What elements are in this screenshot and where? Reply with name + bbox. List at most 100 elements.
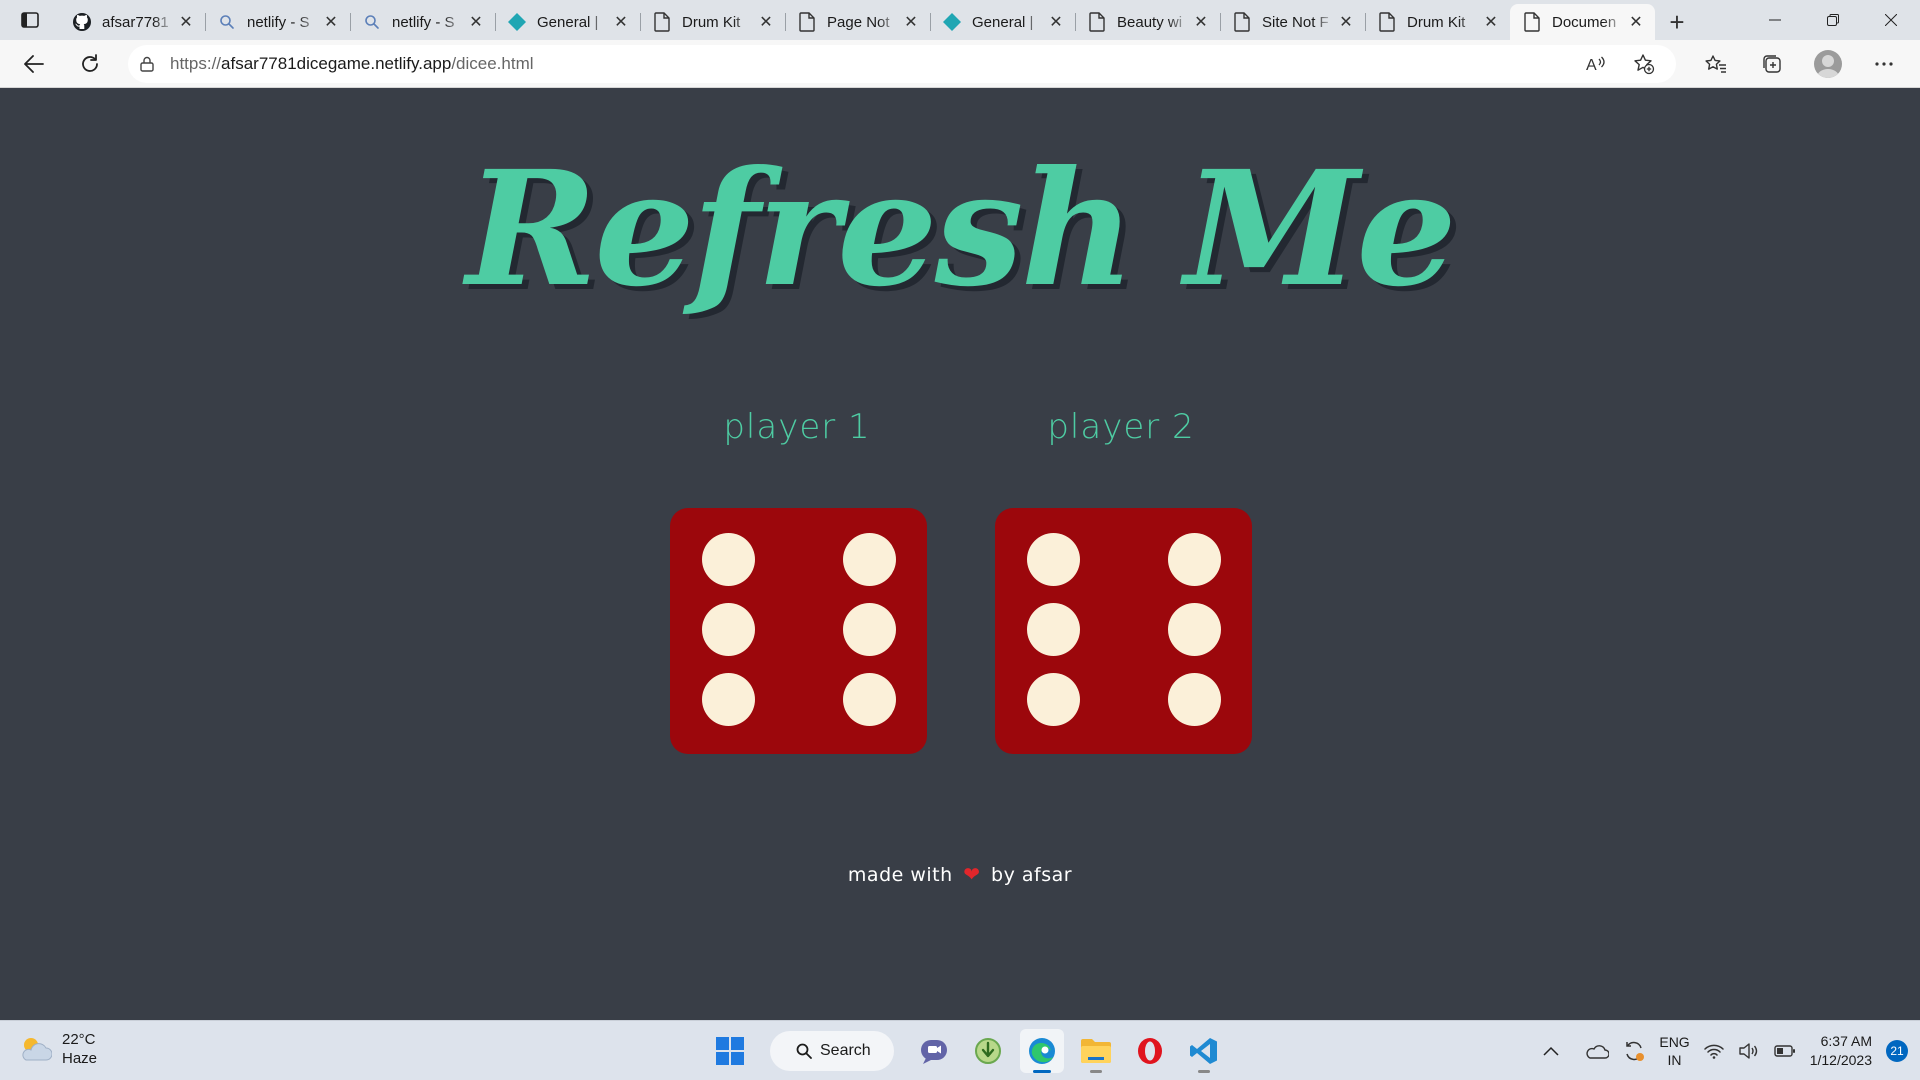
restore-icon: [1827, 14, 1839, 26]
taskbar-vscode[interactable]: [1182, 1029, 1226, 1073]
start-button[interactable]: [708, 1029, 752, 1073]
taskbar-apps: Search: [708, 1029, 1226, 1073]
taskbar-file-explorer[interactable]: [1074, 1029, 1118, 1073]
browser-tab[interactable]: Drum Kit ✕: [640, 4, 785, 40]
refresh-icon: [82, 53, 98, 72]
minimize-button[interactable]: [1746, 0, 1804, 40]
tab-close-icon[interactable]: ✕: [1480, 11, 1502, 33]
footer-credit: made with ❤ by afsar: [0, 862, 1920, 886]
chat-icon: [921, 1040, 947, 1064]
download-manager-icon: [975, 1038, 1001, 1064]
read-aloud-icon: A: [1586, 56, 1605, 73]
language-line2: IN: [1667, 1052, 1682, 1068]
favorites-button[interactable]: [1696, 44, 1736, 84]
tab-title: Site Not F: [1262, 13, 1329, 31]
browser-tab[interactable]: Drum Kit ✕: [1365, 4, 1510, 40]
tab-close-icon[interactable]: ✕: [755, 11, 777, 33]
clock[interactable]: 6:37 AM 1/12/2023: [1810, 1032, 1872, 1070]
collections-icon: [1763, 54, 1781, 73]
browser-tab[interactable]: afsar7781 ✕: [60, 4, 205, 40]
tab-close-icon[interactable]: ✕: [610, 11, 632, 33]
close-window-button[interactable]: [1862, 0, 1920, 40]
page-icon: [797, 12, 817, 32]
add-favorite-button[interactable]: [1624, 44, 1664, 84]
search-icon: [362, 12, 382, 32]
weather-condition: Haze: [62, 1050, 98, 1067]
player2-die: [995, 508, 1252, 754]
windows-taskbar: 22°C Haze Search ENG IN 6:37 AM 1/12/202…: [0, 1020, 1920, 1080]
tab-close-icon[interactable]: ✕: [465, 11, 487, 33]
favorites-icon: [1705, 54, 1726, 73]
back-button[interactable]: [14, 44, 54, 84]
show-hidden-icons-button[interactable]: [1531, 1031, 1571, 1071]
search-label: Search: [820, 1042, 871, 1059]
page-title: Refresh Me: [466, 137, 1457, 322]
browser-tab[interactable]: Page Not ✕: [785, 4, 930, 40]
opera-icon: [1138, 1038, 1162, 1064]
language-indicator[interactable]: ENG IN: [1659, 1033, 1689, 1069]
tab-close-icon[interactable]: ✕: [900, 11, 922, 33]
taskbar-app-download[interactable]: [966, 1029, 1010, 1073]
page-icon: [652, 12, 672, 32]
wifi-icon[interactable]: [1703, 1043, 1724, 1059]
taskbar-opera[interactable]: [1128, 1029, 1172, 1073]
taskbar-edge[interactable]: [1020, 1029, 1064, 1073]
browser-tab[interactable]: General | ✕: [495, 4, 640, 40]
edge-icon: [1029, 1038, 1055, 1064]
web-page: Refresh Me player 1 player 2 made with ❤…: [0, 89, 1920, 1020]
vscode-icon: [1190, 1038, 1217, 1064]
notification-badge[interactable]: 21: [1886, 1040, 1908, 1062]
taskbar-chat[interactable]: [912, 1029, 956, 1073]
back-arrow-icon: [24, 54, 44, 73]
browser-tab[interactable]: Documen ✕: [1510, 4, 1655, 40]
browser-tab[interactable]: Site Not F ✕: [1220, 4, 1365, 40]
read-aloud-button[interactable]: A: [1576, 44, 1616, 84]
window-controls: [1746, 0, 1920, 40]
onedrive-icon[interactable]: [1585, 1043, 1610, 1059]
collections-button[interactable]: [1752, 44, 1792, 84]
die-pip: [1027, 533, 1080, 586]
die-pip: [702, 533, 755, 586]
volume-icon[interactable]: [1738, 1042, 1760, 1060]
new-tab-button[interactable]: +: [1655, 4, 1699, 40]
tab-close-icon[interactable]: ✕: [320, 11, 342, 33]
tab-close-icon[interactable]: ✕: [1190, 11, 1212, 33]
weather-widget[interactable]: 22°C Haze: [18, 1030, 97, 1068]
address-bar[interactable]: https://afsar7781dicegame.netlify.app/di…: [128, 44, 1676, 84]
browser-tab[interactable]: netlify - S ✕: [205, 4, 350, 40]
browser-tab[interactable]: General | ✕: [930, 4, 1075, 40]
die-pip: [1168, 533, 1221, 586]
profile-button[interactable]: [1808, 44, 1848, 84]
die-pip: [1168, 673, 1221, 726]
settings-menu-button[interactable]: [1864, 44, 1904, 84]
more-icon: [1875, 61, 1893, 66]
sync-icon[interactable]: [1623, 1040, 1645, 1062]
tab-title: General |: [972, 13, 1034, 31]
tab-actions-button[interactable]: [0, 0, 60, 40]
search-icon: [217, 12, 237, 32]
tab-close-icon[interactable]: ✕: [1625, 11, 1647, 33]
restore-button[interactable]: [1804, 0, 1862, 40]
die-pip: [843, 673, 896, 726]
tab-close-icon[interactable]: ✕: [175, 11, 197, 33]
tab-title: General |: [537, 13, 599, 31]
chevron-up-icon: [1543, 1046, 1559, 1056]
player2-label: player 2: [1047, 407, 1195, 447]
die-pip: [702, 603, 755, 656]
battery-icon[interactable]: [1774, 1044, 1796, 1058]
browser-tab[interactable]: Beauty wi ✕: [1075, 4, 1220, 40]
taskbar-search[interactable]: Search: [770, 1031, 894, 1071]
tab-close-icon[interactable]: ✕: [1045, 11, 1067, 33]
tab-title: Page Not: [827, 13, 890, 31]
browser-tab[interactable]: netlify - S ✕: [350, 4, 495, 40]
tab-list: afsar7781 ✕ netlify - S ✕ netlify - S ✕ Genera…: [60, 4, 1655, 40]
weather-haze-icon: [22, 1038, 52, 1061]
lock-icon: [140, 56, 154, 72]
system-tray: ENG IN 6:37 AM 1/12/2023 21: [1531, 1021, 1920, 1080]
netlify-icon: [507, 12, 527, 32]
tab-close-icon[interactable]: ✕: [1335, 11, 1357, 33]
refresh-button[interactable]: [70, 44, 110, 84]
die-pip: [702, 673, 755, 726]
svg-text:A: A: [1586, 57, 1597, 73]
weather-temp: 22°C: [62, 1031, 96, 1048]
